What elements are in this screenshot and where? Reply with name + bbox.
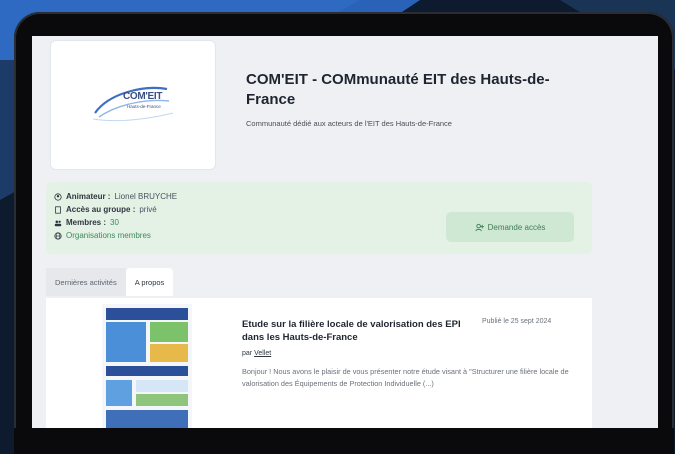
byline-prefix: par — [242, 350, 253, 357]
users-icon — [54, 220, 62, 226]
community-logo-card: COM'EIT Hauts-de-France — [50, 40, 216, 170]
user-circle-icon — [54, 192, 62, 201]
animator-label: Animateur : — [66, 192, 111, 201]
logo-subtext: Hauts-de-France — [127, 104, 161, 109]
members-label: Membres : — [66, 218, 107, 227]
laptop-bezel-bottom — [14, 428, 674, 454]
article-date: Publié le 25 sept 2024 — [482, 318, 552, 325]
organisations-row[interactable]: Organisations membres — [54, 231, 151, 240]
user-plus-icon — [475, 223, 484, 231]
article-thumbnail[interactable] — [102, 304, 192, 428]
article-card[interactable]: Etude sur la filière locale de valorisat… — [46, 298, 592, 428]
screen: COM'EIT Hauts-de-France COM'EIT - COMmun… — [32, 36, 658, 428]
logo-text: COM'EIT — [123, 91, 163, 102]
members-value: 30 — [110, 218, 119, 227]
community-logo: COM'EIT Hauts-de-France — [89, 83, 189, 129]
community-description: Communauté dédié aux acteurs de l'EIT de… — [246, 119, 452, 128]
members-row: Membres : 30 — [54, 218, 119, 227]
tab-about[interactable]: A propos — [125, 268, 174, 296]
access-value: privé — [139, 205, 157, 214]
request-access-button[interactable]: Demande accès — [446, 212, 574, 242]
globe-icon — [54, 231, 62, 240]
tab-bar: Dernières activités A propos — [46, 268, 174, 296]
document-icon — [55, 205, 61, 214]
community-info-box: Animateur : Lionel BRUYCHE Accès au grou… — [46, 182, 592, 254]
access-row: Accès au groupe : privé — [54, 205, 157, 214]
page-title: COM'EIT - COMmunauté EIT des Hauts-de-Fr… — [246, 71, 550, 108]
access-label: Accès au groupe : — [66, 205, 136, 214]
article-excerpt: Bonjour ! Nous avons le plaisir de vous … — [242, 367, 569, 388]
article-byline: par Vellet — [242, 350, 271, 357]
animator-row: Animateur : Lionel BRUYCHE — [54, 192, 177, 201]
article-title[interactable]: Etude sur la filière locale de valorisat… — [242, 318, 482, 344]
animator-value: Lionel BRUYCHE — [114, 192, 178, 201]
organisations-link[interactable]: Organisations membres — [66, 231, 151, 240]
tab-latest-activities[interactable]: Dernières activités — [46, 268, 126, 296]
article-author-link[interactable]: Vellet — [254, 350, 271, 357]
request-access-label: Demande accès — [487, 222, 546, 232]
